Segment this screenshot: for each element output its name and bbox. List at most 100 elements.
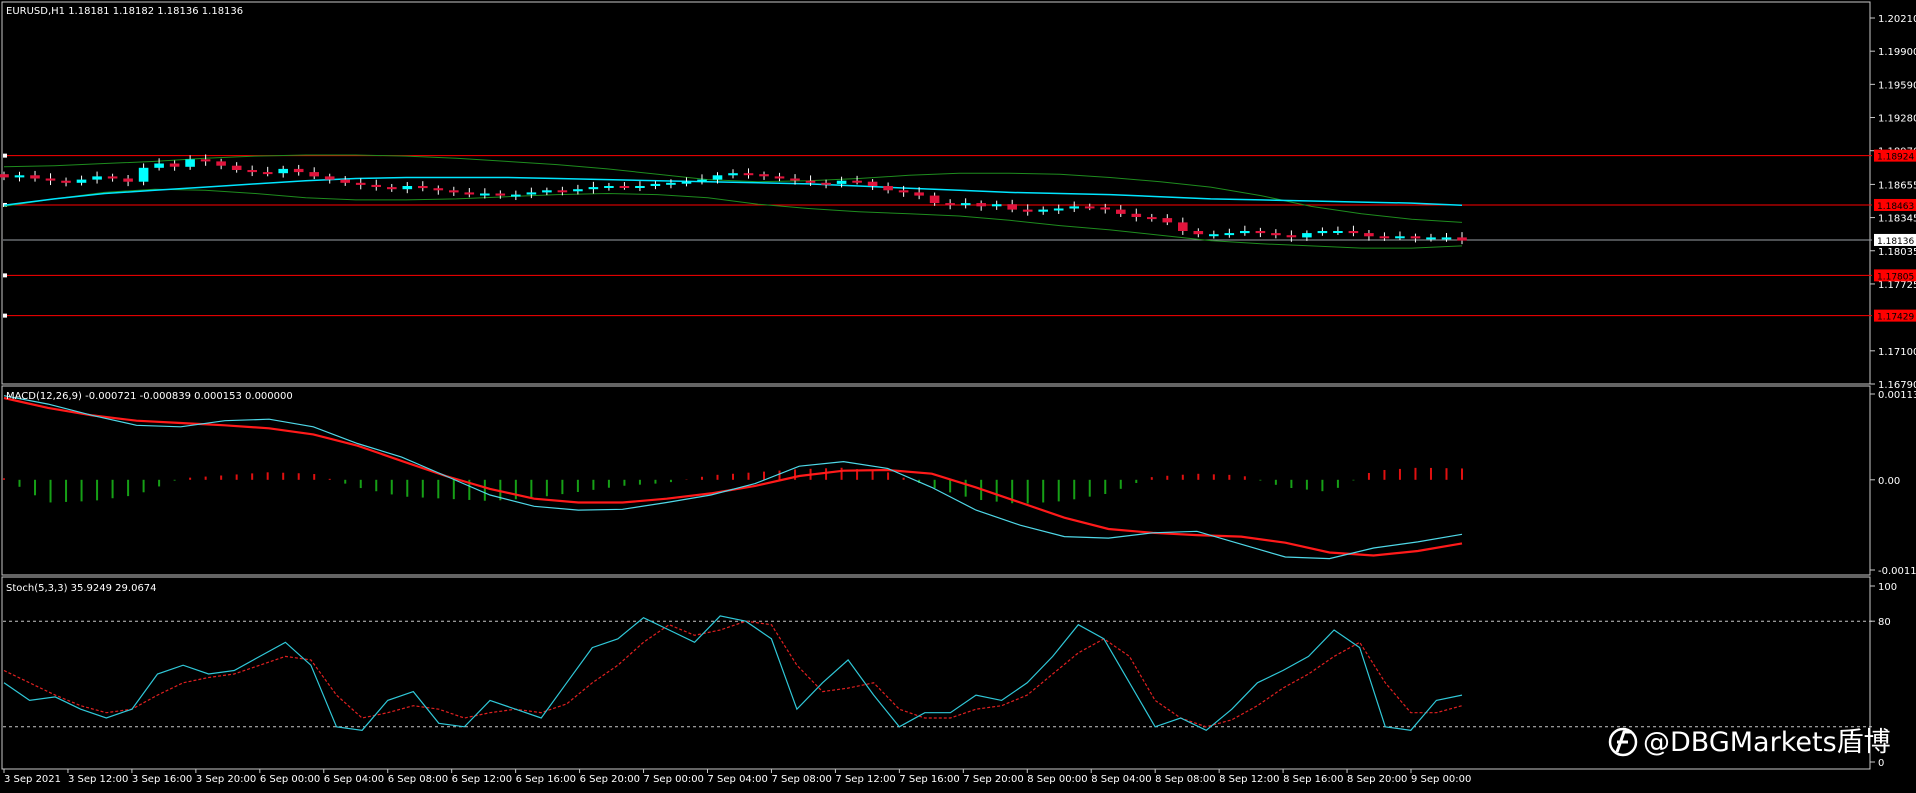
macd-panel-frame [1,385,1871,576]
bull-candle [1426,237,1436,240]
chart-window[interactable]: 1.202101.199001.195901.192801.189701.186… [0,0,1916,789]
bear-candle [929,195,940,204]
bull-candle [511,194,521,197]
current-price-label: 1.18136 [1877,237,1914,247]
bear-candle [821,182,831,185]
macd-tick-label: -0.001191 [1878,566,1916,577]
time-tick-label: 7 Sep 08:00 [771,774,831,785]
watermark-text: @DBGMarkets盾博 [1643,727,1891,758]
bull-candle [1069,206,1079,209]
bear-candle [107,176,118,179]
bull-candle [542,190,552,193]
level-anchor-marker [3,153,7,158]
bear-candle [464,192,475,195]
chart-canvas[interactable]: 1.202101.199001.195901.192801.189701.186… [0,0,1916,789]
bull-candle [697,179,707,182]
bull-candle [76,179,87,183]
time-tick-label: 8 Sep 00:00 [1027,774,1087,785]
bear-candle [216,161,226,166]
stoch-panel[interactable] [3,615,1872,732]
price-panel[interactable] [0,153,1872,318]
bull-candle [604,186,614,188]
bear-candle [852,180,862,183]
price-tick-label: 1.18035 [1878,247,1916,258]
bear-candle [169,163,180,167]
bull-candle [14,175,25,178]
bear-candle [1379,236,1390,239]
macd-tick-label: 0.001133 [1878,390,1916,401]
bull-candle [836,180,847,184]
bear-candle [418,186,428,189]
price-tick-label: 1.19900 [1878,47,1916,58]
bull-candle [712,175,723,180]
bull-candle [573,189,583,192]
level-anchor-marker [3,273,7,278]
level-anchor-marker [3,313,7,318]
bull-candle [960,203,971,206]
time-tick-label: 7 Sep 04:00 [708,774,768,785]
bull-candle [1038,209,1048,212]
level-price-label: 1.18463 [1877,202,1914,212]
price-tick-label: 1.18345 [1878,214,1916,225]
bear-candle [1116,209,1126,214]
bear-candle [495,193,506,196]
time-tick-label: 3 Sep 2021 [4,774,61,785]
bear-candle [867,181,878,186]
time-tick-label: 6 Sep 04:00 [324,774,384,785]
time-tick-label: 8 Sep 20:00 [1347,774,1407,785]
level-price-label: 1.18924 [1877,153,1914,163]
watermark: @DBGMarkets盾博 [1608,727,1891,758]
price-tick-label: 1.19590 [1878,80,1916,91]
bull-candle [728,173,738,176]
bull-candle [1240,231,1250,234]
bull-candle [1224,233,1235,236]
time-tick-label: 8 Sep 12:00 [1219,774,1279,785]
price-panel-frame [1,1,1871,385]
bull-candle [480,193,490,196]
stoch-signal-line [3,620,1463,728]
bear-candle [355,182,366,185]
bear-candle [1286,235,1297,238]
level-price-label: 1.17805 [1877,272,1914,282]
time-tick-label: 9 Sep 00:00 [1411,774,1471,785]
bull-candle [1317,231,1328,234]
time-tick-label: 8 Sep 08:00 [1155,774,1215,785]
bear-candle [557,190,568,193]
bear-candle [883,186,893,191]
time-tick-label: 3 Sep 20:00 [196,774,256,785]
time-tick-label: 6 Sep 08:00 [388,774,448,785]
bull-candle [1053,208,1064,211]
bear-candle [1147,217,1157,220]
bear-candle [123,178,133,182]
bear-candle [1348,231,1359,234]
bear-candle [387,187,397,190]
bear-candle [45,178,56,181]
bear-candle [619,186,630,188]
bear-candle [1410,236,1421,239]
bull-candle [154,163,164,168]
bull-candle [991,204,1002,207]
bull-candle [666,182,676,185]
time-tick-label: 3 Sep 12:00 [68,774,128,785]
bull-candle [681,181,692,184]
bear-candle [1271,233,1281,236]
price-panel-title: EURUSD,H1 1.18181 1.18182 1.18136 1.1813… [6,6,243,17]
brand-logo-icon [1608,727,1638,757]
macd-panel[interactable] [3,395,1463,560]
bear-candle [805,180,816,183]
bear-candle [449,190,459,193]
stoch-tick-label: 100 [1878,582,1897,593]
bear-candle [1178,222,1188,231]
bull-candle [402,186,413,190]
bear-candle [1255,231,1266,234]
bear-candle [340,179,350,183]
macd-tick-label: 0.00 [1878,476,1900,487]
time-tick-label: 8 Sep 04:00 [1091,774,1151,785]
bull-candle [1441,237,1452,240]
bear-candle [1084,206,1095,209]
stoch-panel-frame [1,576,1871,770]
bull-candle [588,187,599,190]
bear-candle [1007,204,1017,210]
bear-candle [743,173,754,176]
bollinger-lower-line [3,188,1463,249]
